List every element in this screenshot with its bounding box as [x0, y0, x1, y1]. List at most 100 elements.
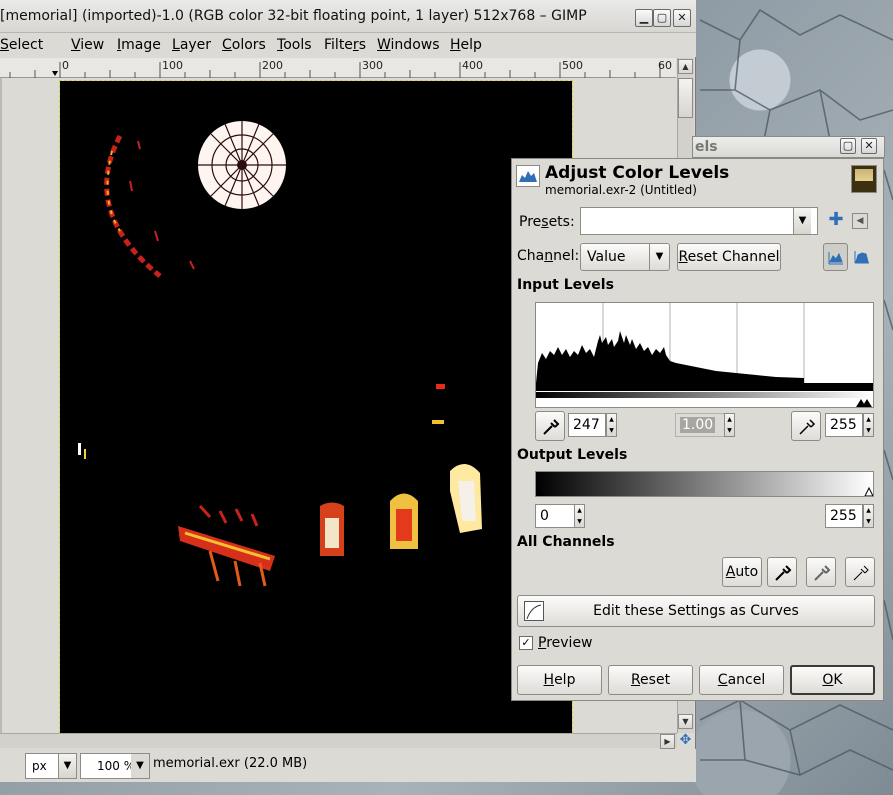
output-high-field[interactable]: 255	[825, 504, 863, 528]
window-title: [memorial] (imported)-1.0 (RGB color 32-…	[0, 8, 587, 24]
pick-black-point-button[interactable]	[535, 411, 565, 441]
menu-view[interactable]: View	[71, 37, 104, 53]
input-gamma-spinner[interactable]: ▲ ▼	[724, 413, 735, 437]
image-thumbnail	[851, 165, 877, 193]
chevron-down-icon: ▼	[58, 754, 76, 778]
linear-histogram-button[interactable]	[823, 243, 848, 271]
input-high-field[interactable]: 255	[825, 413, 863, 437]
gamma-value: 1.00	[680, 417, 716, 433]
input-gamma-field[interactable]: 1.00	[675, 413, 725, 437]
output-low-spinner[interactable]: ▲ ▼	[574, 504, 585, 528]
chevron-down-icon: ▼	[131, 754, 149, 778]
levels-dialog: Adjust Color Levels memorial.exr-2 (Unti…	[511, 158, 884, 701]
channel-combo[interactable]: Value ▼	[580, 243, 670, 271]
log-histogram-button[interactable]	[850, 243, 875, 271]
menubar: Select View Image Layer Colors Tools Fil…	[0, 33, 696, 57]
pick-white-button[interactable]	[845, 557, 875, 587]
dock-title: els	[695, 139, 718, 155]
input-levels-label: Input Levels	[517, 277, 614, 293]
preset-menu-icon[interactable]: ◀	[852, 213, 868, 229]
memorial-image	[78, 121, 482, 587]
output-levels-label: Output Levels	[517, 447, 628, 463]
close-icon[interactable]: ✕	[673, 9, 691, 27]
output-gradient[interactable]	[535, 471, 874, 497]
menu-image[interactable]: Image	[117, 37, 161, 53]
curves-icon	[524, 601, 544, 621]
pick-black-button[interactable]	[767, 557, 797, 587]
menu-windows[interactable]: Windows	[377, 37, 440, 53]
histogram-icon	[519, 171, 537, 182]
ruler-label-0: 0	[62, 59, 69, 72]
ruler-label-300: 300	[362, 59, 383, 72]
input-low-spinner[interactable]: ▲ ▼	[606, 413, 617, 437]
reset-button[interactable]: Reset	[608, 665, 693, 695]
eyedropper-icon	[543, 419, 560, 435]
unit-selector[interactable]: px ▼	[25, 753, 77, 779]
menu-filters[interactable]: Filters	[324, 37, 366, 53]
window-titlebar[interactable]: [memorial] (imported)-1.0 (RGB color 32-…	[0, 0, 696, 33]
chevron-down-icon: ▼	[649, 244, 669, 270]
histogram-view[interactable]	[535, 302, 874, 408]
cancel-button[interactable]: Cancel	[699, 665, 784, 695]
edit-as-curves-button[interactable]: Edit these Settings as Curves	[517, 595, 875, 627]
ruler-label-500: 500	[562, 59, 583, 72]
horizontal-ruler[interactable]: 0 100 200 300 400 500 60	[0, 58, 676, 78]
scroll-thumb[interactable]	[678, 78, 693, 118]
eyedropper-icon	[799, 419, 816, 435]
chevron-down-icon: ▼	[793, 208, 811, 234]
horizontal-scrollbar[interactable]: ▶	[0, 733, 677, 749]
histogram-graph	[536, 303, 873, 407]
output-handles	[536, 486, 873, 496]
ruler-label-600: 60	[658, 59, 672, 72]
eyedropper-gray-icon	[814, 565, 831, 581]
menu-layer[interactable]: Layer	[172, 37, 211, 53]
maximize-icon[interactable]: ▢	[840, 138, 856, 154]
channel-value: Value	[587, 249, 626, 265]
scroll-up-icon[interactable]: ▲	[678, 59, 693, 74]
input-low-field[interactable]: 247	[568, 413, 606, 437]
close-icon[interactable]: ✕	[861, 138, 877, 154]
add-preset-icon[interactable]: ✚	[826, 211, 846, 231]
scroll-right-icon[interactable]: ▶	[660, 734, 675, 749]
zoom-value: 100 %	[97, 759, 136, 773]
linear-histogram-icon	[828, 252, 843, 265]
ok-button[interactable]: OK	[790, 665, 875, 695]
dialog-title: Adjust Color Levels	[545, 163, 730, 183]
eyedropper-black-icon	[775, 565, 792, 581]
reset-channel-button[interactable]: Reset Channel	[677, 243, 781, 271]
menu-tools[interactable]: Tools	[277, 37, 312, 53]
zoom-selector[interactable]: 100 % ▼	[80, 753, 150, 779]
dock-titlebar[interactable]: els ▢ ✕	[692, 136, 885, 158]
help-button[interactable]: Help	[517, 665, 602, 695]
log-histogram-icon	[854, 251, 869, 264]
menu-select[interactable]: Select	[0, 37, 43, 53]
minimize-icon[interactable]: ▁	[635, 9, 653, 27]
scroll-down-icon[interactable]: ▼	[678, 714, 693, 729]
output-high-spinner[interactable]: ▲ ▼	[863, 504, 874, 528]
ruler-label-200: 200	[262, 59, 283, 72]
all-channels-label: All Channels	[517, 534, 615, 550]
auto-button[interactable]: Auto	[722, 557, 762, 587]
unit-value: px	[32, 759, 47, 773]
pick-white-point-button[interactable]	[791, 411, 821, 441]
status-file-info: memorial.exr (22.0 MB)	[153, 756, 308, 771]
menu-colors[interactable]: Colors	[222, 37, 266, 53]
statusbar: px ▼ 100 % ▼ memorial.exr (22.0 MB)	[0, 749, 696, 782]
maximize-icon[interactable]: ▢	[653, 9, 671, 27]
image-canvas[interactable]	[59, 80, 573, 734]
preview-label: Preview	[538, 635, 593, 651]
levels-icon	[516, 165, 540, 187]
output-low-field[interactable]: 0	[535, 504, 575, 528]
curve-line-icon	[526, 604, 542, 620]
navigate-icon[interactable]: ✥	[677, 733, 694, 748]
menu-help[interactable]: Help	[450, 37, 482, 53]
menu-select-rest: elect	[8, 37, 44, 53]
thumbnail-preview	[855, 169, 873, 181]
presets-combo[interactable]: ▼	[580, 207, 818, 235]
presets-label: Presets:	[519, 214, 575, 230]
preview-checkbox[interactable]: ✓	[519, 636, 533, 650]
dialog-subtitle: memorial.exr-2 (Untitled)	[545, 183, 697, 197]
input-high-spinner[interactable]: ▲ ▼	[863, 413, 874, 437]
ruler-label-100: 100	[162, 59, 183, 72]
pick-gray-button[interactable]	[806, 557, 836, 587]
